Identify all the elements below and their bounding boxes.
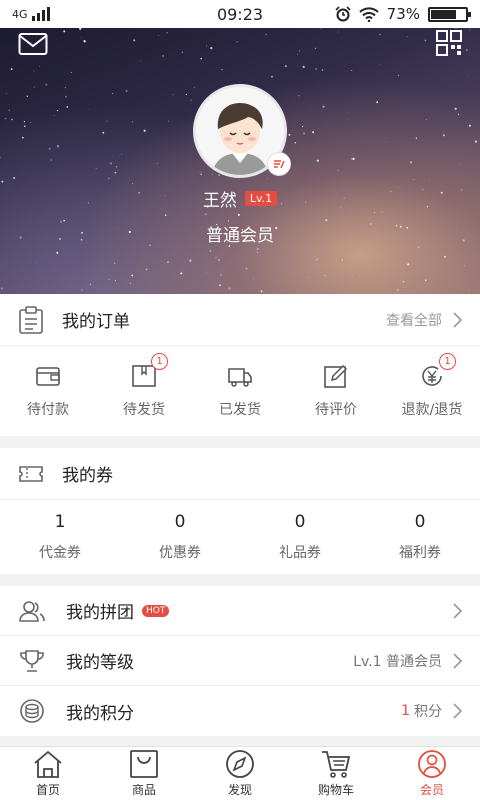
clipboard-icon xyxy=(19,305,43,334)
tab-home[interactable]: 首页 xyxy=(0,747,96,800)
menu-item-title: 我的拼团 xyxy=(66,603,134,623)
menu-item-group-buy[interactable]: 我的拼团 HOT xyxy=(0,586,480,636)
coupon-label: 优惠券 xyxy=(159,545,201,561)
ticket-icon xyxy=(19,465,43,482)
coupon-count: 0 xyxy=(174,512,186,532)
menu-item-right: 1 积分 xyxy=(401,701,462,721)
tab-cart[interactable]: 购物车 xyxy=(288,747,384,800)
name-row: 王然 Lv.1 xyxy=(0,186,480,211)
edit-profile-icon[interactable] xyxy=(267,152,291,176)
order-status-label: 待评价 xyxy=(315,402,357,418)
coupon-label: 礼品券 xyxy=(279,545,321,561)
tab-label: 发现 xyxy=(227,783,252,797)
network-type: 4G xyxy=(12,7,28,21)
clock: 09:23 xyxy=(216,4,264,24)
battery-percent: 73% xyxy=(386,5,420,23)
order-status-row: 待付款 1 待发货 已发货 待评价 1 退款/退货 xyxy=(0,346,480,436)
battery-icon xyxy=(428,6,471,22)
orders-section: 我的订单 查看全部 待付款 1 待发货 已发货 待评价 1 退款/退货 xyxy=(0,294,480,436)
status-bar: 4G 09:23 73% xyxy=(0,0,480,28)
order-pending-review[interactable]: 待评价 xyxy=(288,363,384,419)
coupon-count: 1 xyxy=(54,512,66,532)
wifi-icon xyxy=(358,6,379,22)
orders-title: 我的订单 xyxy=(62,312,130,332)
wallet-icon xyxy=(36,367,60,386)
view-all-label: 查看全部 xyxy=(386,312,442,329)
order-pending-payment[interactable]: 待付款 xyxy=(0,363,96,419)
level-value: Lv.1 普通会员 xyxy=(353,653,442,670)
coupon-count: 0 xyxy=(414,512,426,532)
view-all-orders-link[interactable]: 查看全部 xyxy=(386,310,462,330)
menu-item-right xyxy=(452,602,462,619)
order-refund[interactable]: 1 退款/退货 xyxy=(384,353,480,419)
truck-icon xyxy=(228,368,252,387)
orders-header[interactable]: 我的订单 查看全部 xyxy=(0,294,480,346)
tab-products[interactable]: 商品 xyxy=(96,747,192,800)
order-status-label: 待付款 xyxy=(27,402,69,418)
trophy-icon xyxy=(20,649,44,672)
points-value: 1 xyxy=(401,703,410,719)
group-icon xyxy=(19,600,45,622)
coupons-header[interactable]: 我的券 xyxy=(0,448,480,500)
coins-icon xyxy=(20,699,44,723)
count-badge: 1 xyxy=(151,353,168,370)
points-unit: 积分 xyxy=(414,704,442,720)
tab-discover[interactable]: 发现 xyxy=(192,747,288,800)
compass-icon xyxy=(226,750,254,778)
coupons-section: 我的券 1 代金券 0 优惠券 0 礼品券 0 福利券 xyxy=(0,448,480,574)
order-status-label: 待发货 xyxy=(123,402,165,418)
alarm-icon xyxy=(335,6,351,22)
order-pending-shipment[interactable]: 1 待发货 xyxy=(96,353,192,419)
member-icon xyxy=(418,750,446,778)
menu-item-level[interactable]: 我的等级 Lv.1 普通会员 xyxy=(0,636,480,686)
shopping-bag-icon xyxy=(130,750,158,778)
coupons-title: 我的券 xyxy=(62,466,113,486)
menu-item-title: 我的等级 xyxy=(66,653,134,673)
tab-label: 首页 xyxy=(35,783,60,797)
coupon-stats-row: 1 代金券 0 优惠券 0 礼品券 0 福利券 xyxy=(0,500,480,574)
coupon-gift[interactable]: 0 礼品券 xyxy=(250,512,350,562)
tab-label: 商品 xyxy=(131,783,156,797)
member-type: 普通会员 xyxy=(206,226,274,246)
user-name: 王然 xyxy=(202,191,237,211)
status-right: 73% xyxy=(335,5,471,23)
hot-badge: HOT xyxy=(142,604,170,617)
coupon-welfare[interactable]: 0 福利券 xyxy=(370,512,470,562)
signal-icon xyxy=(31,7,50,21)
avatar-container[interactable] xyxy=(193,84,291,178)
home-icon xyxy=(34,750,62,778)
chevron-right-icon xyxy=(453,311,462,328)
order-status-label: 已发货 xyxy=(219,402,261,418)
bottom-tab-bar: 首页 商品 发现 购物车 会员 xyxy=(0,746,480,800)
coupon-voucher[interactable]: 1 代金券 xyxy=(10,512,110,562)
cart-icon xyxy=(322,751,351,778)
qr-code-icon[interactable] xyxy=(436,30,462,56)
tab-member[interactable]: 会员 xyxy=(384,747,480,800)
menu-item-right: Lv.1 普通会员 xyxy=(353,651,462,671)
tab-label: 购物车 xyxy=(317,783,354,797)
menu-item-title: 我的积分 xyxy=(66,703,134,724)
chevron-right-icon xyxy=(453,652,462,669)
signal-group: 4G xyxy=(12,7,50,21)
edit-icon xyxy=(324,364,348,388)
profile-header: 王然 Lv.1 普通会员 xyxy=(0,28,480,294)
coupon-label: 代金券 xyxy=(39,545,81,561)
mail-icon[interactable] xyxy=(18,32,48,56)
order-shipped[interactable]: 已发货 xyxy=(192,363,288,419)
tab-label: 会员 xyxy=(419,783,444,797)
chevron-right-icon xyxy=(453,703,462,719)
coupon-count: 0 xyxy=(294,512,306,532)
coupon-label: 福利券 xyxy=(399,545,441,561)
menu-item-points[interactable]: 我的积分 1 积分 xyxy=(0,686,480,736)
coupon-discount[interactable]: 0 优惠券 xyxy=(130,512,230,562)
count-badge: 1 xyxy=(439,353,456,370)
member-menu: 我的拼团 HOT 我的等级 Lv.1 普通会员 我的积分 1 积分 xyxy=(0,586,480,736)
level-badge: Lv.1 xyxy=(244,191,278,206)
chevron-right-icon xyxy=(453,602,462,619)
order-status-label: 退款/退货 xyxy=(401,402,463,418)
